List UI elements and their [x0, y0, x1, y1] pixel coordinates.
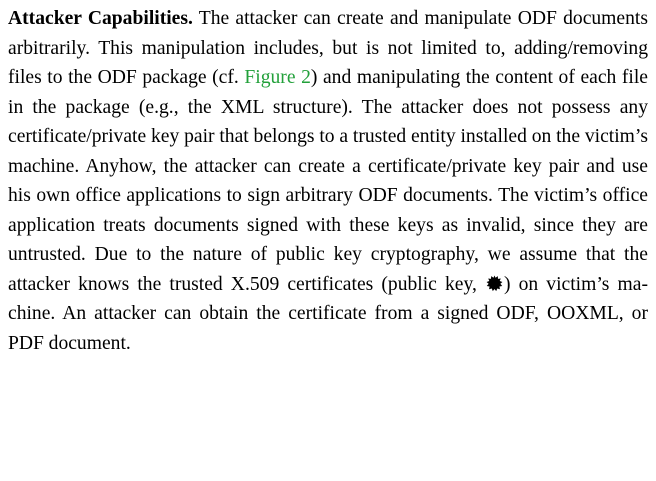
document-page: Attacker Capabilities. The attacker can … [8, 4, 648, 358]
public-key-icon [486, 275, 503, 292]
attacker-capabilities-paragraph: Attacker Capabilities. The attacker can … [8, 4, 648, 358]
paragraph-heading: Attacker Capabilities. [8, 8, 193, 29]
paragraph-text-part-2: ) and manipulating the content of each f… [8, 67, 649, 295]
figure-2-link[interactable]: Figure 2 [244, 67, 311, 88]
